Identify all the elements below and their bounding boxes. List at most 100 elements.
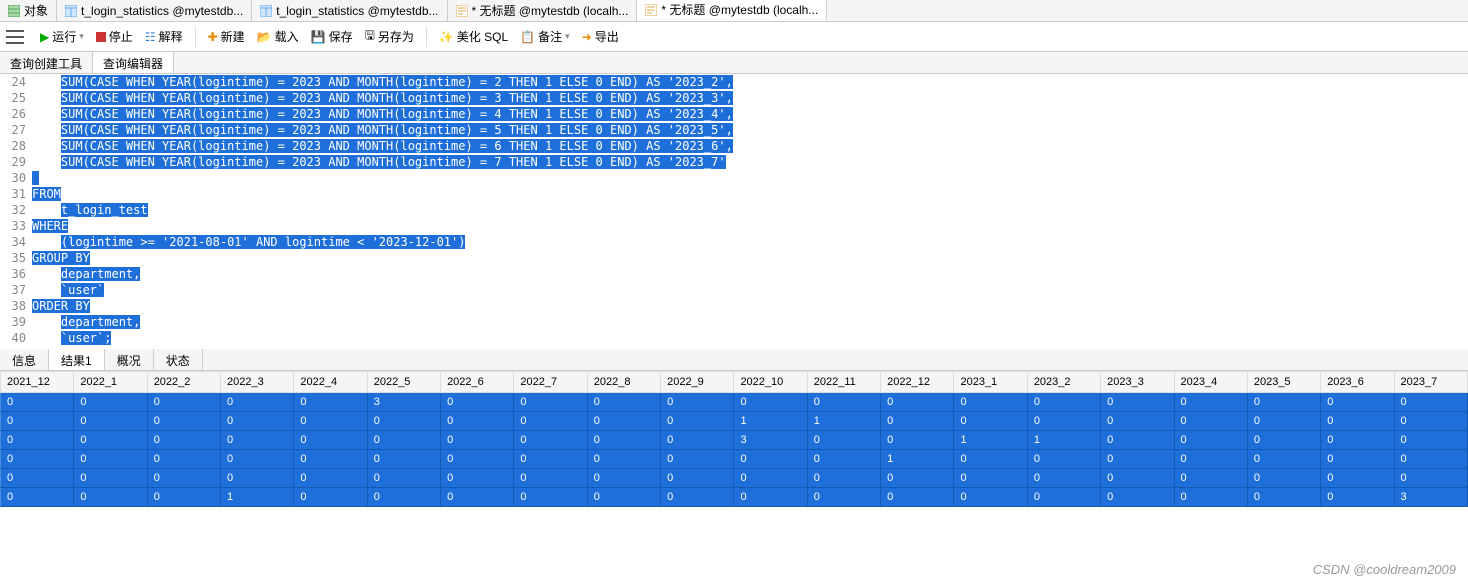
cell[interactable]: 0	[74, 412, 147, 431]
cell[interactable]: 0	[441, 469, 514, 488]
cell[interactable]: 0	[221, 431, 294, 450]
cell[interactable]: 3	[1394, 488, 1467, 507]
cell[interactable]: 0	[1, 450, 74, 469]
tab-info[interactable]: 信息	[0, 349, 49, 370]
cell[interactable]: 0	[807, 469, 880, 488]
cell[interactable]: 0	[514, 393, 587, 412]
cell[interactable]: 0	[954, 412, 1027, 431]
tab-query-editor[interactable]: 查询编辑器	[93, 52, 174, 73]
export-button[interactable]: ➜导出	[578, 26, 623, 47]
saveas-button[interactable]: 🖫另存为	[361, 24, 418, 49]
beautify-button[interactable]: ✨美化 SQL	[435, 26, 512, 47]
cell[interactable]: 0	[441, 450, 514, 469]
column-header[interactable]: 2022_9	[661, 372, 734, 393]
cell[interactable]: 0	[1, 393, 74, 412]
cell[interactable]: 0	[147, 469, 220, 488]
cell[interactable]: 0	[587, 469, 660, 488]
cell[interactable]: 0	[1, 488, 74, 507]
cell[interactable]: 0	[1247, 412, 1320, 431]
cell[interactable]: 0	[514, 431, 587, 450]
tab-query-2-active[interactable]: * 无标题 @mytestdb (localh...	[637, 0, 827, 21]
cell[interactable]: 0	[221, 450, 294, 469]
cell[interactable]: 0	[294, 488, 367, 507]
cell[interactable]: 0	[1321, 412, 1394, 431]
table-row[interactable]: 00000000001100000000	[1, 412, 1468, 431]
tab-profile[interactable]: 概况	[105, 349, 154, 370]
explain-button[interactable]: ☷解释	[141, 26, 187, 47]
table-row[interactable]: 00000000000000000000	[1, 469, 1468, 488]
column-header[interactable]: 2022_8	[587, 372, 660, 393]
column-header[interactable]: 2022_5	[367, 372, 440, 393]
column-header[interactable]: 2023_2	[1027, 372, 1100, 393]
column-header[interactable]: 2023_1	[954, 372, 1027, 393]
cell[interactable]: 0	[881, 488, 954, 507]
column-header[interactable]: 2022_11	[807, 372, 880, 393]
cell[interactable]: 0	[1321, 488, 1394, 507]
cell[interactable]: 0	[514, 488, 587, 507]
cell[interactable]: 0	[881, 393, 954, 412]
new-button[interactable]: ✚新建	[204, 26, 249, 47]
cell[interactable]: 0	[221, 469, 294, 488]
cell[interactable]: 0	[1247, 393, 1320, 412]
cell[interactable]: 0	[147, 393, 220, 412]
column-header[interactable]: 2022_6	[441, 372, 514, 393]
tab-table-1[interactable]: t_login_statistics @mytestdb...	[57, 0, 252, 21]
cell[interactable]: 0	[147, 412, 220, 431]
column-header[interactable]: 2021_12	[1, 372, 74, 393]
cell[interactable]: 0	[1174, 450, 1247, 469]
cell[interactable]: 1	[734, 412, 807, 431]
cell[interactable]: 0	[1174, 469, 1247, 488]
cell[interactable]: 0	[294, 393, 367, 412]
cell[interactable]: 0	[441, 412, 514, 431]
menu-icon[interactable]	[6, 30, 24, 44]
cell[interactable]: 0	[587, 450, 660, 469]
cell[interactable]: 0	[294, 431, 367, 450]
cell[interactable]: 0	[807, 431, 880, 450]
save-button[interactable]: 💾保存	[307, 26, 357, 47]
cell[interactable]: 0	[1394, 393, 1467, 412]
cell[interactable]: 0	[514, 412, 587, 431]
cell[interactable]: 0	[367, 431, 440, 450]
cell[interactable]: 0	[1027, 469, 1100, 488]
table-row[interactable]: 00000000000010000000	[1, 450, 1468, 469]
cell[interactable]: 0	[1321, 469, 1394, 488]
cell[interactable]: 0	[1101, 431, 1174, 450]
comment-button[interactable]: 📋备注▾	[516, 26, 574, 47]
column-header[interactable]: 2022_2	[147, 372, 220, 393]
cell[interactable]: 0	[881, 431, 954, 450]
cell[interactable]: 0	[661, 450, 734, 469]
tab-objects[interactable]: 对象	[0, 0, 57, 21]
column-header[interactable]: 2022_12	[881, 372, 954, 393]
cell[interactable]: 0	[587, 431, 660, 450]
cell[interactable]: 0	[881, 412, 954, 431]
tab-query-builder[interactable]: 查询创建工具	[0, 52, 93, 73]
cell[interactable]: 0	[1247, 431, 1320, 450]
cell[interactable]: 0	[661, 431, 734, 450]
cell[interactable]: 0	[734, 393, 807, 412]
cell[interactable]: 0	[807, 450, 880, 469]
table-row[interactable]: 00010000000000000003	[1, 488, 1468, 507]
cell[interactable]: 0	[74, 431, 147, 450]
code-area[interactable]: SUM(CASE WHEN YEAR(logintime) = 2023 AND…	[32, 74, 1468, 349]
column-header[interactable]: 2023_3	[1101, 372, 1174, 393]
cell[interactable]: 0	[221, 393, 294, 412]
cell[interactable]: 1	[221, 488, 294, 507]
column-header[interactable]: 2022_7	[514, 372, 587, 393]
cell[interactable]: 0	[1394, 431, 1467, 450]
result-grid[interactable]: 2021_122022_12022_22022_32022_42022_5202…	[0, 371, 1468, 507]
cell[interactable]: 0	[367, 488, 440, 507]
cell[interactable]: 0	[74, 393, 147, 412]
cell[interactable]: 0	[661, 412, 734, 431]
cell[interactable]: 0	[1101, 393, 1174, 412]
cell[interactable]: 0	[1321, 431, 1394, 450]
table-row[interactable]: 00000000003001100000	[1, 431, 1468, 450]
cell[interactable]: 0	[1174, 393, 1247, 412]
cell[interactable]: 0	[734, 469, 807, 488]
cell[interactable]: 0	[367, 412, 440, 431]
cell[interactable]: 0	[1027, 450, 1100, 469]
cell[interactable]: 0	[1321, 393, 1394, 412]
column-header[interactable]: 2022_10	[734, 372, 807, 393]
cell[interactable]: 0	[147, 431, 220, 450]
cell[interactable]: 0	[1321, 450, 1394, 469]
cell[interactable]: 0	[514, 469, 587, 488]
